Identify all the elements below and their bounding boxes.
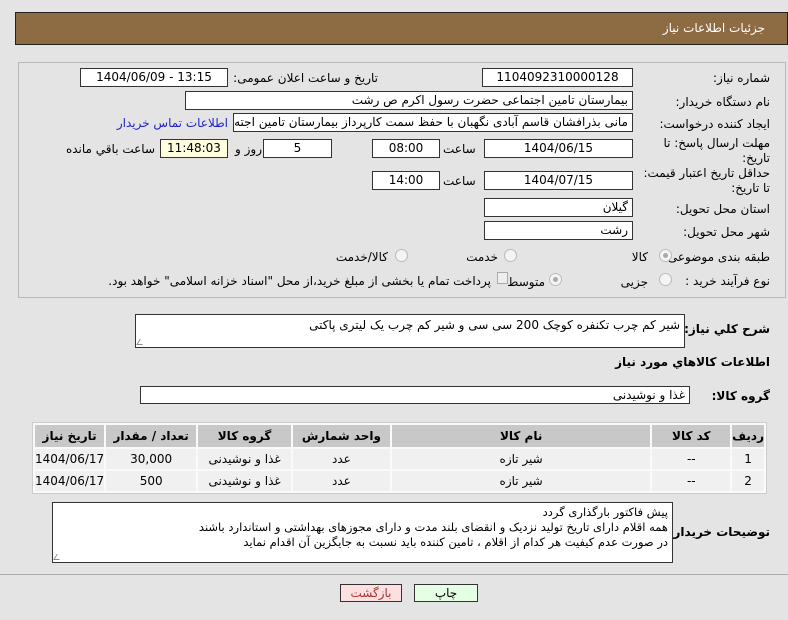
days-remaining-field: 5 — [263, 139, 332, 158]
announce-field: 1404/06/09 - 13:15 — [80, 68, 228, 87]
goods-group-field: غذا و نوشیدنی — [140, 386, 690, 404]
buyer-contact-link[interactable]: اطلاعات تماس خریدار — [117, 116, 228, 130]
cell-code: -- — [652, 449, 731, 469]
buyer-org-label: نام دستگاه خریدار: — [675, 95, 771, 109]
category-option-both: کالا/خدمت — [335, 250, 388, 264]
cell-date: 1404/06/17 — [35, 449, 105, 469]
page-title: جزئیات اطلاعات نیاز — [662, 21, 765, 35]
deadline-time-label: ساعت — [443, 142, 476, 156]
days-label: روز و — [235, 142, 262, 156]
process-option-medium: متوسط — [507, 275, 545, 289]
col-group: گروه کالا — [198, 425, 291, 447]
cell-row: 1 — [732, 449, 764, 469]
page-header: جزئیات اطلاعات نیاز — [15, 12, 788, 45]
goods-table: ردیف کد کالا نام کالا واحد شمارش گروه کا… — [32, 422, 767, 494]
table-row: 1 -- شیر تازه عدد غذا و نوشیدنی 30,000 1404/06… — [35, 449, 764, 469]
cell-name: شیر تازه — [391, 449, 651, 469]
col-unit: واحد شمارش — [292, 425, 390, 447]
validity-time-label: ساعت — [443, 174, 476, 188]
time-remaining-label: ساعت باقي مانده — [65, 142, 155, 156]
city-field: رشت — [484, 221, 633, 240]
back-button[interactable]: بازگشت — [340, 584, 402, 602]
col-date: تاریخ نیاز — [35, 425, 105, 447]
goods-section-title: اطلاعات کالاهاي مورد نیاز — [615, 355, 770, 369]
need-number-field: 1104092310000128 — [482, 68, 633, 87]
process-radio-medium[interactable] — [549, 273, 562, 286]
cell-code: -- — [652, 471, 731, 491]
announce-label: تاریخ و ساعت اعلان عمومی: — [233, 71, 378, 85]
buyer-notes-label: توضیحات خریدار: — [668, 525, 770, 539]
cell-qty: 30,000 — [106, 449, 197, 469]
requester-label: ایجاد کننده درخواست: — [659, 117, 770, 131]
col-code: کد کالا — [652, 425, 731, 447]
category-radio-service[interactable] — [504, 249, 517, 262]
cell-group: غذا و نوشیدنی — [198, 449, 291, 469]
need-number-label: شماره نیاز: — [713, 71, 770, 85]
col-name: نام کالا — [391, 425, 651, 447]
payment-note: پرداخت تمام یا بخشی از مبلغ خرید،از محل … — [108, 274, 491, 288]
requester-field: مانی بذرافشان قاسم آبادی نگهبان با حفظ س… — [233, 113, 633, 132]
cell-group: غذا و نوشیدنی — [198, 471, 291, 491]
description-text: شیر کم چرب تکنفره کوچک 200 سی سی و شیر ک… — [309, 318, 680, 332]
goods-group-label: گروه کالا: — [711, 389, 770, 403]
deadline-label: مهلت ارسال پاسخ: تا تاریخ: — [663, 136, 770, 165]
note-line: همه اقلام دارای تاریخ تولید نزدیک و انقض… — [198, 520, 668, 534]
validity-time-field: 14:00 — [372, 171, 440, 190]
note-line: در صورت عدم کیفیت هر کدام از اقلام ، تام… — [243, 535, 668, 549]
deadline-time-field: 08:00 — [372, 139, 440, 158]
category-option-goods: کالا — [631, 250, 648, 264]
category-option-service: خدمت — [466, 250, 498, 264]
validity-label: حداقل تاریخ اعتبار قیمت: تا تاریخ: — [643, 166, 770, 195]
buyer-org-field: بیمارستان تامین اجتماعی حضرت رسول اکرم ص… — [185, 91, 633, 110]
category-radio-goods[interactable] — [659, 249, 672, 262]
note-line: پیش فاکتور بارگذاری گردد — [542, 505, 668, 519]
category-label: طبقه بندی موضوعی: — [663, 250, 770, 264]
table-header-row: ردیف کد کالا نام کالا واحد شمارش گروه کا… — [35, 425, 764, 447]
time-remaining-field: 11:48:03 — [160, 139, 228, 158]
validity-date-field: 1404/07/15 — [484, 171, 633, 190]
process-label: نوع فرآیند خرید : — [685, 274, 770, 288]
cell-name: شیر تازه — [391, 471, 651, 491]
divider — [0, 574, 788, 575]
table-row: 2 -- شیر تازه عدد غذا و نوشیدنی 500 1404/06/17 — [35, 471, 764, 491]
city-label: شهر محل تحویل: — [683, 225, 770, 239]
cell-date: 1404/06/17 — [35, 471, 105, 491]
description-textarea[interactable]: شیر کم چرب تکنفره کوچک 200 سی سی و شیر ک… — [135, 314, 685, 348]
description-label: شرح کلي نیاز: — [684, 322, 770, 336]
deadline-date-field: 1404/06/15 — [484, 139, 633, 158]
print-button[interactable]: چاپ — [414, 584, 478, 602]
province-field: گیلان — [484, 198, 633, 217]
treasury-payment-checkbox[interactable] — [497, 272, 508, 284]
process-option-minor: جزیی — [620, 275, 648, 289]
col-row: ردیف — [732, 425, 764, 447]
buyer-notes-textarea[interactable]: پیش فاکتور بارگذاری گردد همه اقلام دارای… — [52, 502, 673, 563]
category-radio-both[interactable] — [395, 249, 408, 262]
province-label: استان محل تحویل: — [675, 202, 770, 216]
cell-qty: 500 — [106, 471, 197, 491]
cell-unit: عدد — [292, 449, 390, 469]
cell-row: 2 — [732, 471, 764, 491]
process-radio-minor[interactable] — [659, 273, 672, 286]
cell-unit: عدد — [292, 471, 390, 491]
col-qty: تعداد / مقدار — [106, 425, 197, 447]
